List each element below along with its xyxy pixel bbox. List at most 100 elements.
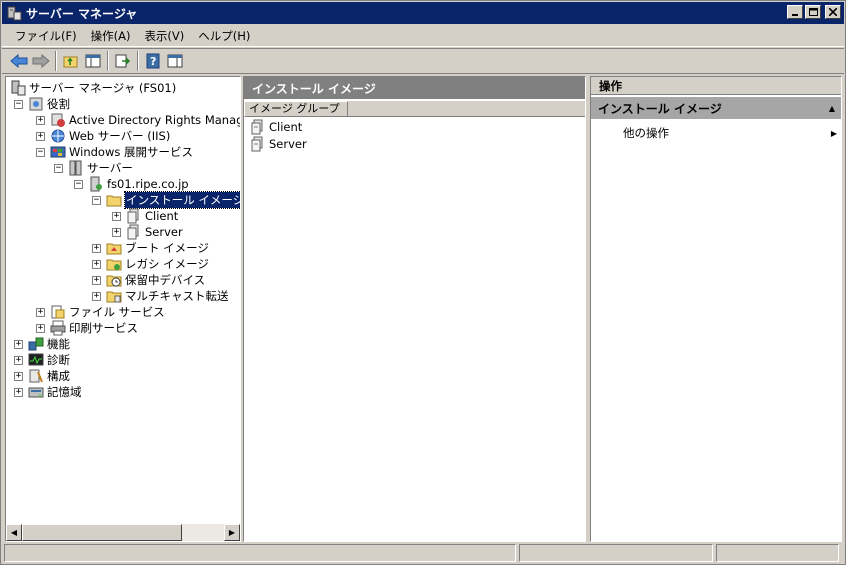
tree-node-install-images[interactable]: − インストール イメージ <box>92 191 240 209</box>
tree-node-client[interactable]: + Client <box>112 208 178 224</box>
scroll-thumb[interactable] <box>22 524 182 541</box>
pending-device-icon <box>106 272 122 288</box>
collapse-icon[interactable]: − <box>36 147 45 157</box>
forward-button[interactable] <box>30 50 52 72</box>
column-header-filler <box>348 101 585 117</box>
tree-node-features[interactable]: + 機能 <box>14 336 70 352</box>
collapse-up-icon[interactable]: ▲ <box>829 104 835 113</box>
tree-node-servers[interactable]: − サーバー <box>54 160 133 176</box>
legacy-image-icon <box>106 256 122 272</box>
tree-node-iis[interactable]: + Web サーバー (IIS) <box>36 128 170 144</box>
expand-icon[interactable]: + <box>92 243 101 253</box>
up-one-level-button[interactable] <box>60 50 82 72</box>
configuration-icon <box>28 368 44 384</box>
list-item[interactable]: Server <box>250 136 307 152</box>
tree-node-label: Server <box>145 225 183 239</box>
tree-node-label: インストール イメージ <box>123 191 240 209</box>
minimize-button[interactable] <box>787 5 803 19</box>
expand-icon[interactable]: + <box>92 291 101 301</box>
tree-node-file-services[interactable]: + ファイル サービス <box>36 304 165 320</box>
help-button[interactable]: ? <box>142 50 164 72</box>
tree-node-label: 保留中デバイス <box>125 273 206 287</box>
maximize-button[interactable] <box>805 5 821 19</box>
tree-node-storage[interactable]: + 記憶域 <box>14 384 82 400</box>
tree-node-wds[interactable]: − Windows 展開サービス <box>36 144 193 160</box>
image-group-icon <box>250 119 266 135</box>
tree-node-pending-devices[interactable]: + 保留中デバイス <box>92 272 205 288</box>
server-icon <box>88 176 104 192</box>
actions-pane: 操作 インストール イメージ ▲ 他の操作 ▶ <box>590 76 842 542</box>
menu-action[interactable]: 操作(A) <box>84 26 138 46</box>
column-header-image-group[interactable]: イメージ グループ <box>244 101 348 117</box>
expand-icon[interactable]: + <box>112 211 121 221</box>
show-hide-console-tree-button[interactable] <box>82 50 104 72</box>
tree-node-adrms[interactable]: + Active Directory Rights Manager <box>36 112 240 128</box>
servers-icon <box>68 160 84 176</box>
submenu-arrow-icon: ▶ <box>830 128 837 138</box>
show-hide-action-pane-button[interactable] <box>164 50 186 72</box>
tree-node-root[interactable]: サーバー マネージャ (FS01) <box>10 80 176 96</box>
title-bar[interactable]: サーバー マネージャ <box>2 2 844 24</box>
features-icon <box>28 336 44 352</box>
tree-node-multicast[interactable]: + マルチキャスト転送 <box>92 288 229 304</box>
tree-node-label: 印刷サービス <box>69 321 138 335</box>
tree-node-label: Client <box>145 209 179 223</box>
menu-view[interactable]: 表示(V) <box>137 26 191 46</box>
tree-node-roles[interactable]: − 役割 <box>14 96 70 112</box>
close-button[interactable] <box>825 5 841 19</box>
scroll-left-button[interactable]: ◀ <box>6 524 22 541</box>
expand-icon[interactable]: + <box>14 371 23 381</box>
tree-node-server[interactable]: + Server <box>112 224 183 240</box>
expand-icon[interactable]: + <box>36 323 45 333</box>
expand-icon[interactable]: + <box>14 355 23 365</box>
roles-icon <box>28 96 44 112</box>
image-group-icon <box>126 208 142 224</box>
expand-icon[interactable]: + <box>14 387 23 397</box>
window-title: サーバー マネージャ <box>26 6 138 21</box>
tree-node-label: 機能 <box>47 337 70 351</box>
scroll-track[interactable] <box>182 524 224 541</box>
console-tree-icon <box>85 54 101 68</box>
collapse-icon[interactable]: − <box>14 99 23 109</box>
tree-node-configuration[interactable]: + 構成 <box>14 368 70 384</box>
expand-icon[interactable]: + <box>112 227 121 237</box>
horizontal-scrollbar[interactable]: ◀ ▶ <box>6 524 240 541</box>
list-item-label: Client <box>269 120 303 134</box>
collapse-icon[interactable]: − <box>92 195 101 205</box>
collapse-icon[interactable]: − <box>74 179 83 189</box>
actions-section-header[interactable]: インストール イメージ ▲ <box>591 97 841 119</box>
list-item[interactable]: Client <box>250 119 302 135</box>
tree-node-fs01[interactable]: − fs01.ripe.co.jp <box>74 176 189 192</box>
expand-icon[interactable]: + <box>92 259 101 269</box>
action-label: 他の操作 <box>623 126 669 140</box>
tree-node-legacy-images[interactable]: + レガシ イメージ <box>92 256 209 272</box>
wds-icon <box>50 144 66 160</box>
toolbar-separator <box>107 51 109 71</box>
scroll-right-button[interactable]: ▶ <box>224 524 240 541</box>
image-group-icon <box>250 136 266 152</box>
back-button[interactable] <box>8 50 30 72</box>
expand-icon[interactable]: + <box>36 115 45 125</box>
tree-node-label: 診断 <box>47 353 70 367</box>
menu-file[interactable]: ファイル(F) <box>8 26 84 46</box>
tree-node-label: サーバー <box>87 161 133 175</box>
help-icon: ? <box>146 53 160 69</box>
expand-icon[interactable]: + <box>36 131 45 141</box>
tree-node-print-services[interactable]: + 印刷サービス <box>36 320 138 336</box>
tree-node-diagnostics[interactable]: + 診断 <box>14 352 70 368</box>
menu-help[interactable]: ヘルプ(H) <box>191 26 257 46</box>
expand-icon[interactable]: + <box>92 275 101 285</box>
expand-icon[interactable]: + <box>14 339 23 349</box>
tree-node-boot-images[interactable]: + ブート イメージ <box>92 240 209 256</box>
adrms-icon <box>50 112 66 128</box>
expand-icon[interactable]: + <box>36 307 45 317</box>
tree-node-label: レガシ イメージ <box>125 257 209 271</box>
tree-node-label: Active Directory Rights Manager <box>69 113 240 127</box>
tree-node-label: Windows 展開サービス <box>69 145 193 159</box>
collapse-icon[interactable]: − <box>54 163 63 173</box>
image-group-icon <box>126 224 142 240</box>
server-manager-window: サーバー マネージャ ファイル(F) 操作(A) 表示(V) ヘルプ(H) ? … <box>0 0 846 565</box>
action-more-actions[interactable]: 他の操作 ▶ <box>623 125 837 141</box>
storage-icon <box>28 384 44 400</box>
export-list-button[interactable] <box>112 50 134 72</box>
